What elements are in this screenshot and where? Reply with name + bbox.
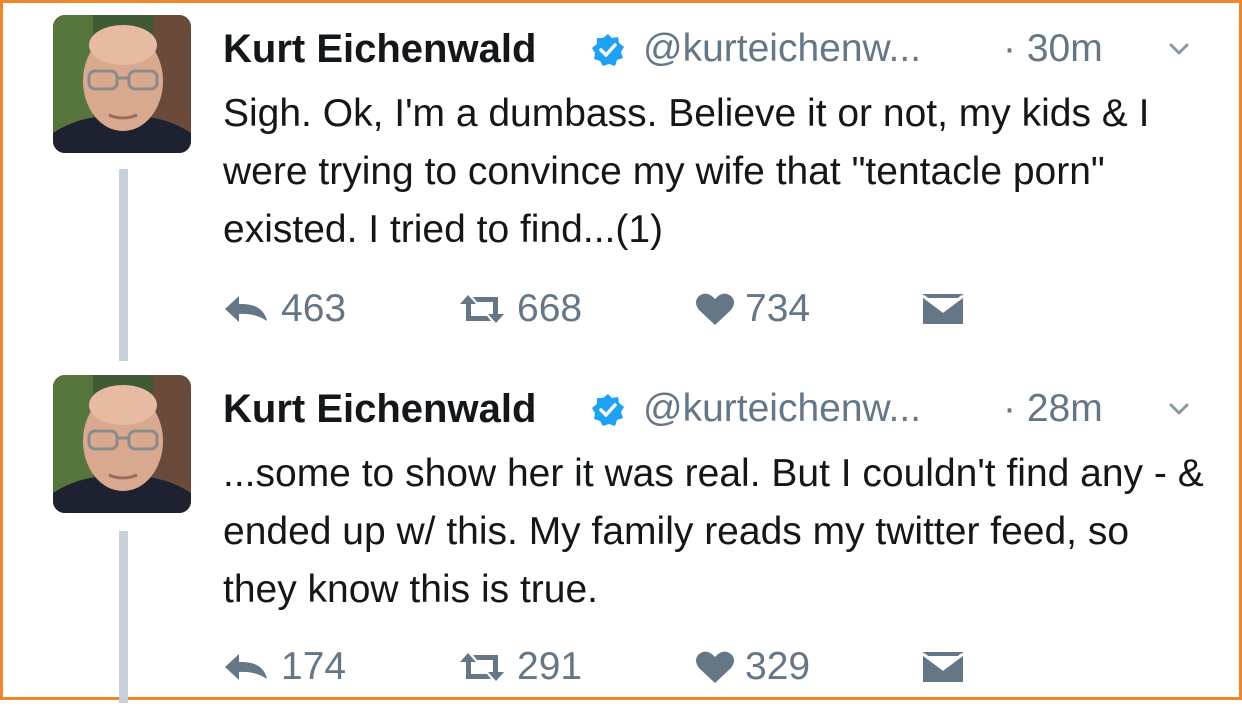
tweet-header: Kurt Eichenwald @kurteichenw... · 30m xyxy=(223,23,1213,79)
profile-photo xyxy=(53,375,191,513)
tweet-actions: 174 291 329 xyxy=(223,643,1023,691)
display-name[interactable]: Kurt Eichenwald xyxy=(223,23,536,75)
like-button[interactable]: 329 xyxy=(695,643,810,691)
chevron-down-icon[interactable] xyxy=(1167,397,1191,421)
reply-icon xyxy=(225,654,267,680)
tweet-header: Kurt Eichenwald @kurteichenw... · 28m xyxy=(223,383,1213,439)
tweet[interactable]: Kurt Eichenwald @kurteichenw... · 28m ..… xyxy=(3,375,1242,715)
envelope-icon xyxy=(923,294,963,324)
retweet-icon xyxy=(460,295,504,323)
avatar[interactable] xyxy=(53,15,191,153)
like-count: 734 xyxy=(745,287,811,330)
retweet-count: 668 xyxy=(517,287,583,330)
user-handle[interactable]: @kurteichenw... xyxy=(643,23,921,75)
verified-badge-icon xyxy=(591,393,625,427)
like-count: 329 xyxy=(745,645,811,688)
message-button[interactable] xyxy=(923,285,973,333)
screenshot-frame: Kurt Eichenwald @kurteichenw... · 30m Si… xyxy=(0,0,1242,703)
user-handle[interactable]: @kurteichenw... xyxy=(643,383,921,435)
display-name[interactable]: Kurt Eichenwald xyxy=(223,383,536,435)
retweet-button[interactable]: 291 xyxy=(457,643,582,691)
message-button[interactable] xyxy=(923,643,973,691)
retweet-button[interactable]: 668 xyxy=(457,285,582,333)
reply-icon xyxy=(225,296,267,322)
reply-count: 174 xyxy=(281,645,347,688)
tweet-timestamp[interactable]: · 30m xyxy=(1003,23,1103,75)
tweet[interactable]: Kurt Eichenwald @kurteichenw... · 30m Si… xyxy=(3,15,1242,355)
reply-count: 463 xyxy=(281,287,347,330)
reply-button[interactable]: 174 xyxy=(223,643,346,691)
reply-button[interactable]: 463 xyxy=(223,285,346,333)
heart-icon xyxy=(696,293,734,325)
retweet-icon xyxy=(460,653,504,681)
retweet-count: 291 xyxy=(517,645,583,688)
tweet-text: ...some to show her it was real. But I c… xyxy=(223,452,1204,611)
verified-badge-icon xyxy=(591,33,625,67)
chevron-down-icon[interactable] xyxy=(1167,37,1191,61)
tweet-timestamp[interactable]: · 28m xyxy=(1003,383,1103,435)
heart-icon xyxy=(696,651,734,683)
tweet-actions: 463 668 734 xyxy=(223,285,1023,333)
like-button[interactable]: 734 xyxy=(695,285,810,333)
envelope-icon xyxy=(923,652,963,682)
profile-photo xyxy=(53,15,191,153)
tweet-text: Sigh. Ok, I'm a dumbass. Believe it or n… xyxy=(223,92,1150,251)
avatar[interactable] xyxy=(53,375,191,513)
